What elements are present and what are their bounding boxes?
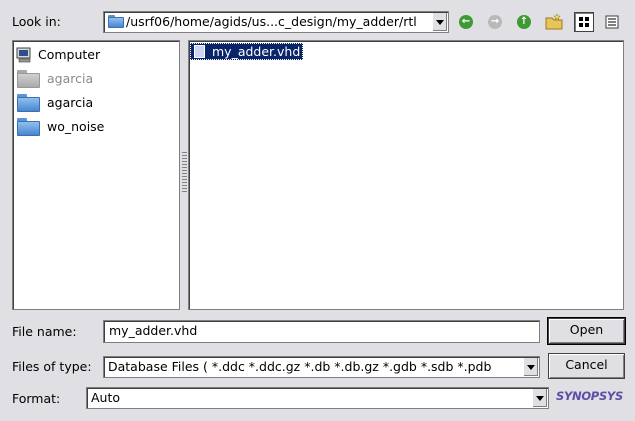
sidebar-item-label: agarcia [47, 71, 94, 86]
look-in-combo[interactable]: /usrf06/home/agids/us...c_design/my_adde… [103, 11, 449, 33]
document-icon [194, 45, 205, 58]
file-item-selected[interactable]: my_adder.vhd [190, 43, 304, 60]
splitter-grip-icon [182, 152, 187, 194]
synopsys-logo: SYNOPSYS [556, 389, 623, 403]
file-item-name: my_adder.vhd [212, 44, 301, 59]
format-select[interactable]: Auto [86, 387, 549, 409]
computer-icon [16, 47, 31, 63]
folder-icon [17, 94, 40, 112]
format-label: Format: [12, 391, 61, 406]
files-of-type-dropdown-button[interactable] [523, 358, 538, 376]
sidebar-item-agarcia-disabled[interactable]: agarcia [13, 67, 177, 91]
file-name-label: File name: [12, 324, 77, 339]
list-view-icon[interactable] [574, 12, 594, 32]
format-dropdown-button[interactable] [532, 389, 547, 407]
folder-icon [17, 70, 40, 88]
format-value: Auto [91, 390, 121, 405]
pane-splitter[interactable] [181, 40, 188, 310]
sidebar-item-computer[interactable]: Computer [13, 43, 177, 67]
look-in-path: /usrf06/home/agids/us...c_design/my_adde… [126, 14, 417, 29]
files-of-type-value: Database Files ( *.ddc *.ddc.gz *.db *.d… [108, 359, 492, 374]
files-of-type-select[interactable]: Database Files ( *.ddc *.ddc.gz *.db *.d… [103, 356, 540, 378]
sidebar-item-label: Computer [38, 47, 101, 62]
chevron-down-icon [527, 365, 535, 370]
look-in-dropdown-button[interactable] [432, 13, 447, 31]
parent-directory-icon[interactable]: ↑ [517, 15, 531, 29]
new-folder-icon[interactable] [544, 12, 564, 32]
sidebar-item-label: wo_noise [47, 119, 105, 134]
chevron-down-icon [436, 20, 444, 25]
sidebar-item-wo-noise[interactable]: wo_noise [13, 115, 177, 139]
open-button[interactable]: Open [547, 317, 626, 345]
look-in-label: Look in: [12, 14, 61, 29]
sidebar-pane[interactable]: Computer agarcia agarcia wo_noise [12, 40, 180, 310]
sidebar-item-agarcia[interactable]: agarcia [13, 91, 177, 115]
folder-icon [17, 118, 40, 136]
file-list-pane[interactable] [188, 40, 624, 310]
detail-view-icon[interactable] [602, 12, 622, 32]
forward-icon[interactable]: → [488, 15, 502, 29]
sidebar-item-label: agarcia [47, 95, 94, 110]
back-icon[interactable]: ← [459, 15, 473, 29]
chevron-down-icon [536, 396, 544, 401]
cancel-button[interactable]: Cancel [548, 353, 625, 379]
folder-icon [108, 15, 124, 28]
files-of-type-label: Files of type: [12, 359, 92, 374]
file-name-input[interactable]: my_adder.vhd [103, 320, 540, 343]
